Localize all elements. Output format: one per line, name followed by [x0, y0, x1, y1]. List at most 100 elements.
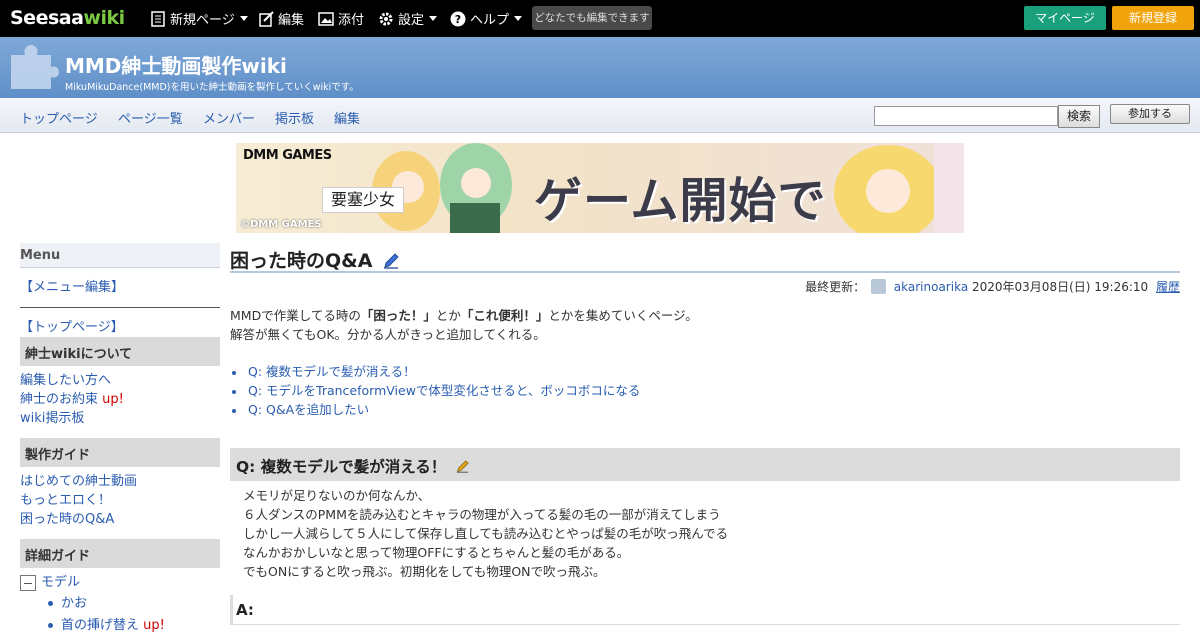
help-label: ヘルプ: [470, 13, 510, 28]
answer-heading: A:: [230, 595, 1180, 625]
sidebar-section-about: 紳士wikiについて: [20, 337, 220, 366]
body-line: なんかおかしいなと思って物理OFFにするとちゃんと髪の毛がある。: [243, 545, 630, 560]
body-line: メモリが足りないのか何なんか、: [243, 488, 431, 503]
mypage-button[interactable]: マイページ: [1024, 6, 1106, 30]
collapse-icon[interactable]: [20, 574, 36, 591]
toc-link-transform-view[interactable]: Q: モデルをTranceformViewで体型変化させると、ボッコボコになる: [248, 383, 640, 398]
nav-bar: トップページ ページ一覧 メンバー 掲示板 編集 検索 参加する: [0, 98, 1200, 133]
bullet-icon: [232, 370, 236, 375]
title-divider: [230, 271, 1180, 273]
sidebar-link-first-video[interactable]: はじめての紳士動画: [20, 472, 220, 491]
register-button[interactable]: 新規登録: [1112, 6, 1194, 30]
up-badge: up!: [102, 392, 124, 407]
intro-line-1: MMDで作業してる時の「困った！」とか「これ便利！」とかを集めていくページ。: [230, 308, 698, 323]
table-of-contents: Q: 複数モデルで髪が消える！ Q: モデルをTranceformViewで体型…: [230, 362, 640, 419]
toc-link-hair-disappears[interactable]: Q: 複数モデルで髪が消える！: [248, 364, 416, 379]
tree-item-face: かお: [20, 593, 220, 615]
sidebar-link-qa[interactable]: 困った時のQ&A: [20, 510, 220, 529]
image-icon: [318, 11, 334, 26]
seesaa-wiki-logo[interactable]: Seesaawiki: [10, 7, 125, 29]
sidebar-link-rules-row: 紳士のお約束 up!: [20, 390, 220, 409]
settings-menu[interactable]: 設定: [378, 0, 438, 37]
last-updated-label: 最終更新：: [805, 280, 866, 294]
toc-item: Q: 複数モデルで髪が消える！: [230, 362, 640, 381]
section-heading: Q: 複数モデルで髪が消える！: [230, 448, 1180, 481]
edit-notice-badge: どなたでも編集できます: [532, 6, 652, 30]
nav-edit[interactable]: 編集: [334, 108, 360, 127]
toc-item: Q: モデルをTranceformViewで体型変化させると、ボッコボコになる: [230, 381, 640, 400]
puzzle-icon: [11, 45, 59, 89]
svg-text:?: ?: [455, 13, 461, 26]
new-page-label: 新規ページ: [170, 13, 235, 28]
updated-timestamp: 2020年03月08日(日) 19:26:10: [972, 280, 1149, 294]
chevron-down-icon: [514, 16, 523, 21]
sidebar-link-rules[interactable]: 紳士のお約束: [20, 392, 98, 407]
toc-item: Q: Q&Aを追加したい: [230, 400, 640, 419]
document-icon: [151, 10, 165, 27]
tree-link-face[interactable]: かお: [61, 596, 87, 611]
nav-page-list[interactable]: ページ一覧: [118, 108, 183, 127]
history-link[interactable]: 履歴: [1156, 280, 1180, 294]
bullet-icon: [48, 601, 53, 606]
author-link[interactable]: akarinoarika: [894, 280, 968, 294]
site-header: MMD紳士動画製作wiki MikuMikuDance(MMD)を用いた紳士動画…: [0, 37, 1200, 98]
gear-icon: [379, 12, 393, 25]
menu-edit-row: 【メニュー編集】: [20, 268, 220, 308]
tree-item-head-swap: 首の挿げ替え up!: [20, 615, 220, 637]
sidebar-link-more[interactable]: もっとエロく！: [20, 491, 220, 510]
site-description: MikuMikuDance(MMD)を用いた紳士動画を製作していくwikiです。: [65, 82, 359, 93]
help-icon: ?: [450, 11, 466, 26]
intro-line-2: 解答が無くてもOK。分かる人がきっと追加してくれる。: [230, 327, 546, 342]
attach-menu[interactable]: 添付: [318, 0, 364, 37]
search-button[interactable]: 検索: [1058, 105, 1100, 128]
pencil-icon[interactable]: [456, 460, 469, 473]
tree-link-head-swap[interactable]: 首の挿げ替え: [61, 618, 139, 633]
edit-menu[interactable]: 編集: [258, 0, 304, 37]
sidebar-menu: Menu 【メニュー編集】 【トップページ】 紳士wikiについて 編集したい方…: [20, 243, 220, 637]
bullet-icon: [232, 389, 236, 394]
nav-bbs[interactable]: 掲示板: [275, 108, 314, 127]
nav-members[interactable]: メンバー: [203, 108, 255, 127]
pencil-icon[interactable]: [383, 253, 399, 269]
page-title: 困った時のQ&A: [230, 250, 373, 272]
page-title-row: 困った時のQ&A: [230, 246, 399, 273]
game-title-logo: 要塞少女: [322, 187, 404, 213]
banner-headline: ゲーム開始で: [534, 173, 827, 229]
section-body: メモリが足りないのか何なんか、 ６人ダンスのPMMを読み込むとキャラの物理が入っ…: [243, 486, 728, 581]
character-art-right: [834, 143, 964, 233]
intro-text: MMDで作業してる時の「困った！」とか「これ便利！」とかを集めていくページ。 解…: [230, 306, 698, 344]
chevron-down-icon: [239, 16, 248, 21]
chevron-down-icon: [429, 16, 438, 21]
toc-link-add-qa[interactable]: Q: Q&Aを追加したい: [248, 402, 369, 417]
user-avatar-icon: [870, 279, 886, 294]
search-input[interactable]: [874, 106, 1058, 126]
site-title[interactable]: MMD紳士動画製作wiki: [65, 50, 287, 79]
tree-link-model[interactable]: モデル: [41, 575, 80, 590]
bullet-icon: [232, 408, 236, 413]
tree-item-model[interactable]: モデル: [20, 573, 220, 593]
bullet-icon: [48, 623, 53, 628]
attach-label: 添付: [338, 13, 365, 28]
banner-copyright: ©DMM GAMES: [240, 219, 322, 230]
settings-label: 設定: [398, 13, 425, 28]
nav-top-page[interactable]: トップページ: [20, 108, 98, 127]
page-meta: 最終更新： akarinoarika 2020年03月08日(日) 19:26:…: [805, 278, 1180, 295]
section-title: Q: 複数モデルで髪が消える！: [236, 458, 447, 476]
menu-title: Menu: [20, 243, 220, 268]
sidebar-top-page-link[interactable]: 【トップページ】: [20, 318, 220, 337]
sidebar-link-for-editors[interactable]: 編集したい方へ: [20, 371, 220, 390]
new-page-menu[interactable]: 新規ページ: [150, 0, 248, 37]
body-line: しかし一人減らして５人にして保存し直しても読み込むとやっぱ髪の毛が吹っ飛んでる: [243, 526, 729, 541]
sidebar-section-detail-guide: 詳細ガイド: [20, 539, 220, 568]
edit-label: 編集: [278, 13, 305, 28]
help-menu[interactable]: ? ヘルプ: [450, 0, 523, 37]
top-bar: Seesaawiki 新規ページ 編集 添付 設定 ? ヘルプ どなたでも編集で…: [0, 0, 1200, 37]
body-line: ６人ダンスのPMMを読み込むとキャラの物理が入ってる髪の毛の一部が消えてしまう: [243, 507, 721, 522]
game-banner-ad[interactable]: DMM GAMES 要塞少女 ゲーム開始で ©DMM GAMES: [236, 143, 964, 233]
menu-edit-link[interactable]: 【メニュー編集】: [20, 278, 220, 297]
join-button[interactable]: 参加する: [1110, 104, 1190, 124]
sidebar-link-wiki-bbs[interactable]: wiki掲示板: [20, 409, 220, 428]
edit-page-icon: [259, 10, 274, 27]
dmm-games-logo: DMM GAMES: [243, 148, 332, 163]
up-badge: up!: [143, 618, 165, 633]
